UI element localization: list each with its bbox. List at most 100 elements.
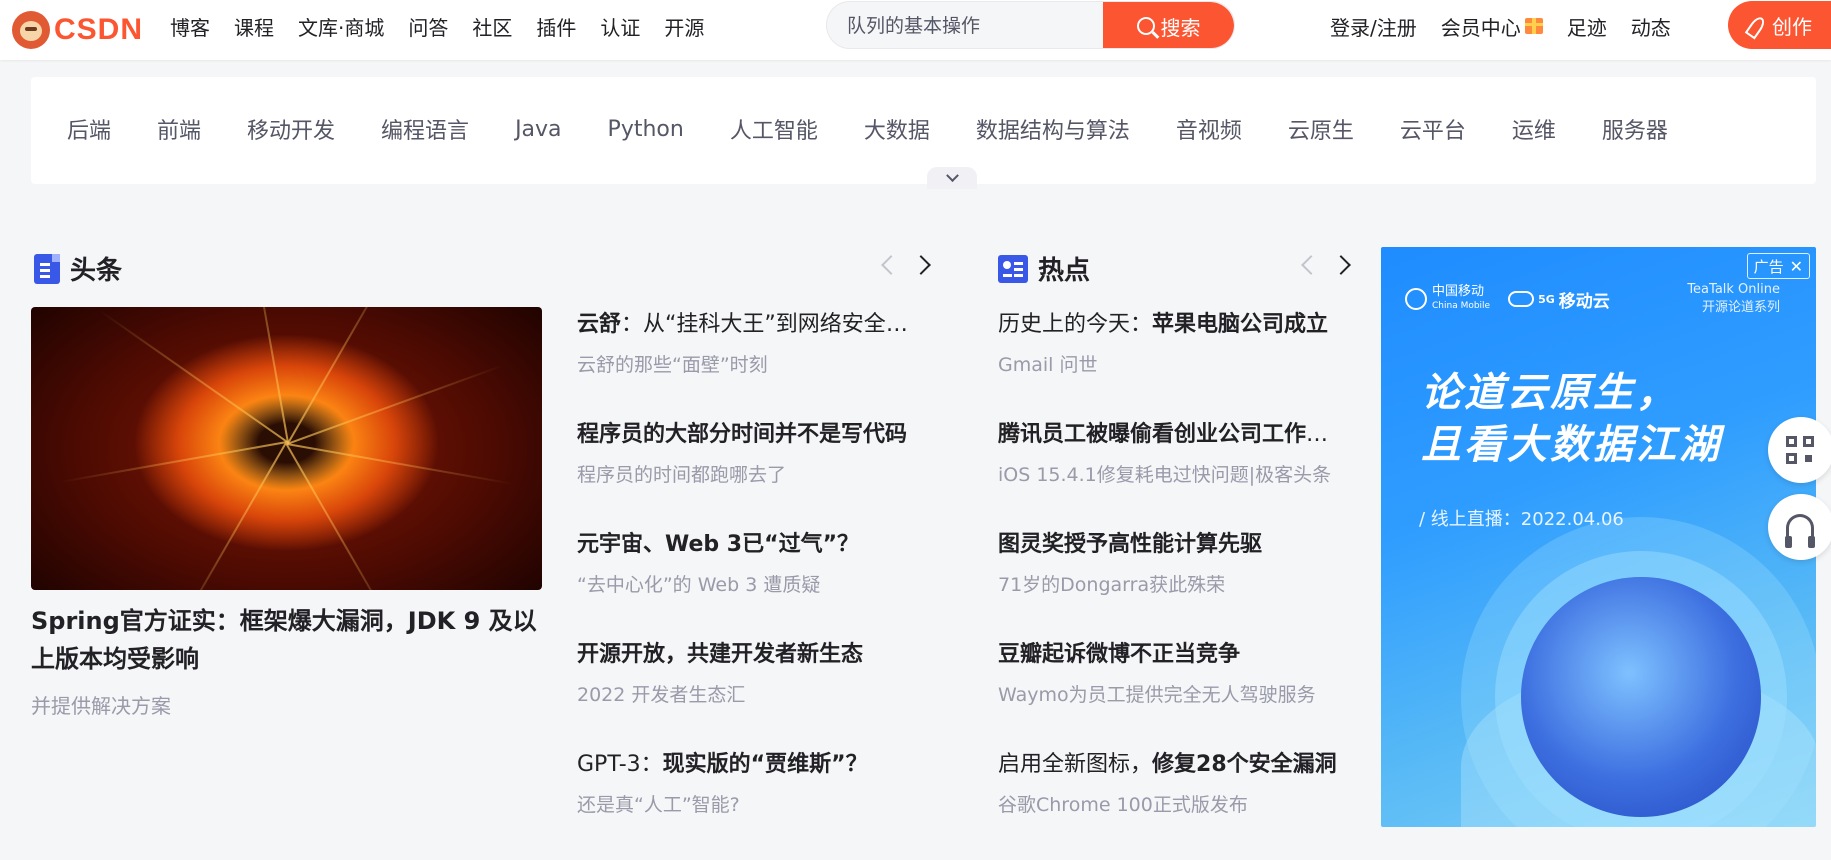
china-mobile-logo: 中国移动 China Mobile [1405, 285, 1490, 313]
prev-arrow-icon[interactable] [881, 255, 901, 275]
create-button[interactable]: 创作 [1728, 1, 1831, 49]
footprint-link[interactable]: 足迹 [1555, 12, 1619, 41]
category-algorithms[interactable]: 数据结构与算法 [976, 113, 1130, 145]
top-toolbar: CSDN 博客 课程 文库·商城 问答 社区 插件 认证 开源 搜索 登录/注册… [0, 0, 1831, 60]
csdn-logo[interactable]: CSDN [12, 8, 143, 52]
customer-service-button[interactable] [1768, 494, 1831, 560]
news-subtitle: 还是真“人工”智能? [577, 794, 740, 816]
pen-icon [1746, 15, 1766, 35]
chevron-down-icon [945, 168, 959, 182]
category-bar: 后端 前端 移动开发 编程语言 Java Python 人工智能 大数据 数据结… [31, 77, 1816, 189]
category-java[interactable]: Java [515, 117, 561, 142]
login-register-link[interactable]: 登录/注册 [1318, 12, 1429, 41]
list-item[interactable]: 图灵奖授予高性能计算先驱 71岁的Dongarra获此殊荣 [998, 530, 1340, 640]
ad-banner[interactable]: 广告 ✕ 中国移动 China Mobile 5G 移动云 TeaTalk Onl… [1381, 247, 1816, 827]
mobile-cloud-logo: 5G 移动云 [1508, 287, 1610, 312]
feature-image[interactable] [31, 307, 542, 590]
list-item[interactable]: 元宇宙、Web 3已“过气”？ “去中心化”的 Web 3 遭质疑 [577, 530, 917, 640]
headlines-pager [881, 255, 931, 275]
hot-header: 热点 [998, 250, 1090, 287]
main-nav: 博客 课程 文库·商城 问答 社区 插件 认证 开源 [158, 0, 716, 52]
qr-code-icon [1786, 436, 1814, 464]
qr-code-button[interactable] [1768, 417, 1831, 483]
list-item[interactable]: 程序员的大部分时间并不是写代码 程序员的时间都跑哪去了 [577, 420, 917, 530]
logo-text: CSDN [54, 13, 144, 46]
ad-badge: 广告 ✕ [1746, 253, 1810, 279]
hot-pager [1301, 255, 1351, 275]
category-list: 后端 前端 移动开发 编程语言 Java Python 人工智能 大数据 数据结… [67, 77, 1714, 181]
search-input[interactable] [827, 2, 1105, 48]
news-title: 元宇宙、Web 3已“过气”？ [577, 532, 860, 557]
news-title: GPT-3：现实版的“贾维斯”？ [577, 752, 868, 777]
news-subtitle: 云舒的那些“面壁”时刻 [577, 354, 768, 376]
ad-headline: 论道云原生， 且看大数据江湖 [1421, 370, 1722, 468]
news-title: 豆瓣起诉微博不正当竞争 [998, 642, 1241, 667]
dynamic-link[interactable]: 动态 [1619, 12, 1683, 41]
category-server[interactable]: 服务器 [1602, 113, 1668, 145]
category-backend[interactable]: 后端 [67, 113, 111, 145]
hot-news-icon [998, 254, 1028, 283]
list-item[interactable]: 历史上的今天：苹果电脑公司成立 Gmail 问世 [998, 310, 1340, 420]
ad-series-label: TeaTalk Online 开源论道系列 [1687, 282, 1780, 315]
category-python[interactable]: Python [608, 117, 684, 142]
news-subtitle: 谷歌Chrome 100正式版发布 [998, 794, 1248, 816]
expand-categories-button[interactable] [927, 167, 977, 189]
category-languages[interactable]: 编程语言 [381, 113, 469, 145]
logo-icon [12, 11, 50, 49]
nav-item-certification[interactable]: 认证 [588, 12, 652, 41]
list-item[interactable]: 启用全新图标，修复28个安全漏洞 谷歌Chrome 100正式版发布 [998, 750, 1340, 860]
close-icon[interactable]: ✕ [1790, 257, 1803, 276]
news-subtitle: iOS 15.4.1修复耗电过快问题|极客头条 [998, 464, 1332, 486]
headlines-title: 头条 [70, 256, 123, 286]
document-icon [34, 253, 60, 284]
news-subtitle: 71岁的Dongarra获此殊荣 [998, 574, 1226, 596]
news-title: 开源开放，共建开发者新生态 [577, 642, 864, 667]
news-title: 程序员的大部分时间并不是写代码 [577, 422, 908, 447]
hot-title: 热点 [1038, 256, 1091, 286]
category-mobile-dev[interactable]: 移动开发 [247, 113, 335, 145]
list-item[interactable]: 腾讯员工被曝偷看创业公司工作文档 iOS 15.4.1修复耗电过快问题|极客头条 [998, 420, 1340, 530]
feature-title[interactable]: Spring官方证实：框架爆大漏洞，JDK 9 及以上版本均受影响 [31, 602, 541, 678]
nav-item-opensource[interactable]: 开源 [652, 12, 716, 41]
prev-arrow-icon[interactable] [1301, 255, 1321, 275]
category-ai[interactable]: 人工智能 [730, 113, 818, 145]
category-ops[interactable]: 运维 [1512, 113, 1556, 145]
category-audio-video[interactable]: 音视频 [1176, 113, 1242, 145]
news-title: 历史上的今天：苹果电脑公司成立 [998, 312, 1329, 337]
user-nav: 登录/注册 会员中心 足迹 动态 [1318, 0, 1683, 52]
news-subtitle: Waymo为员工提供完全无人驾驶服务 [998, 684, 1316, 706]
category-frontend[interactable]: 前端 [157, 113, 201, 145]
next-arrow-icon[interactable] [1331, 255, 1351, 275]
headset-icon [1785, 514, 1815, 548]
search-button[interactable]: 搜索 [1103, 2, 1234, 48]
nav-item-library-store[interactable]: 文库·商城 [286, 12, 396, 41]
news-subtitle: Gmail 问世 [998, 354, 1098, 376]
nav-item-plugins[interactable]: 插件 [524, 12, 588, 41]
gift-icon [1524, 18, 1543, 34]
list-item[interactable]: 豆瓣起诉微博不正当竞争 Waymo为员工提供完全无人驾驶服务 [998, 640, 1340, 750]
nav-item-qa[interactable]: 问答 [396, 12, 460, 41]
category-cloud-platform[interactable]: 云平台 [1400, 113, 1466, 145]
nav-item-community[interactable]: 社区 [460, 12, 524, 41]
headlines-header: 头条 [34, 250, 122, 287]
news-subtitle: 2022 开发者生态汇 [577, 684, 746, 706]
list-item[interactable]: GPT-3：现实版的“贾维斯”？ 还是真“人工”智能? [577, 750, 917, 860]
list-item[interactable]: 云舒：从“挂科大王”到网络安全专家 云舒的那些“面壁”时刻 [577, 310, 917, 420]
nav-item-courses[interactable]: 课程 [222, 12, 286, 41]
nav-item-blog[interactable]: 博客 [158, 12, 222, 41]
list-item[interactable]: 开源开放，共建开发者新生态 2022 开发者生态汇 [577, 640, 917, 750]
next-arrow-icon[interactable] [911, 255, 931, 275]
create-button-label: 创作 [1772, 14, 1812, 39]
globe-illustration [1521, 577, 1761, 817]
ad-logos: 中国移动 China Mobile 5G 移动云 [1405, 285, 1610, 313]
vip-center-link[interactable]: 会员中心 [1429, 12, 1555, 41]
news-title: 腾讯员工被曝偷看创业公司工作文档 [998, 422, 1340, 447]
search-button-label: 搜索 [1160, 15, 1201, 40]
news-subtitle: 程序员的时间都跑哪去了 [577, 464, 787, 486]
category-cloud-native[interactable]: 云原生 [1288, 113, 1354, 145]
news-title: 图灵奖授予高性能计算先驱 [998, 532, 1263, 557]
search-box: 搜索 [826, 1, 1235, 49]
category-big-data[interactable]: 大数据 [864, 113, 930, 145]
ad-date: / 线上直播：2022.04.06 [1419, 509, 1624, 530]
feature-subtitle: 并提供解决方案 [31, 694, 171, 718]
